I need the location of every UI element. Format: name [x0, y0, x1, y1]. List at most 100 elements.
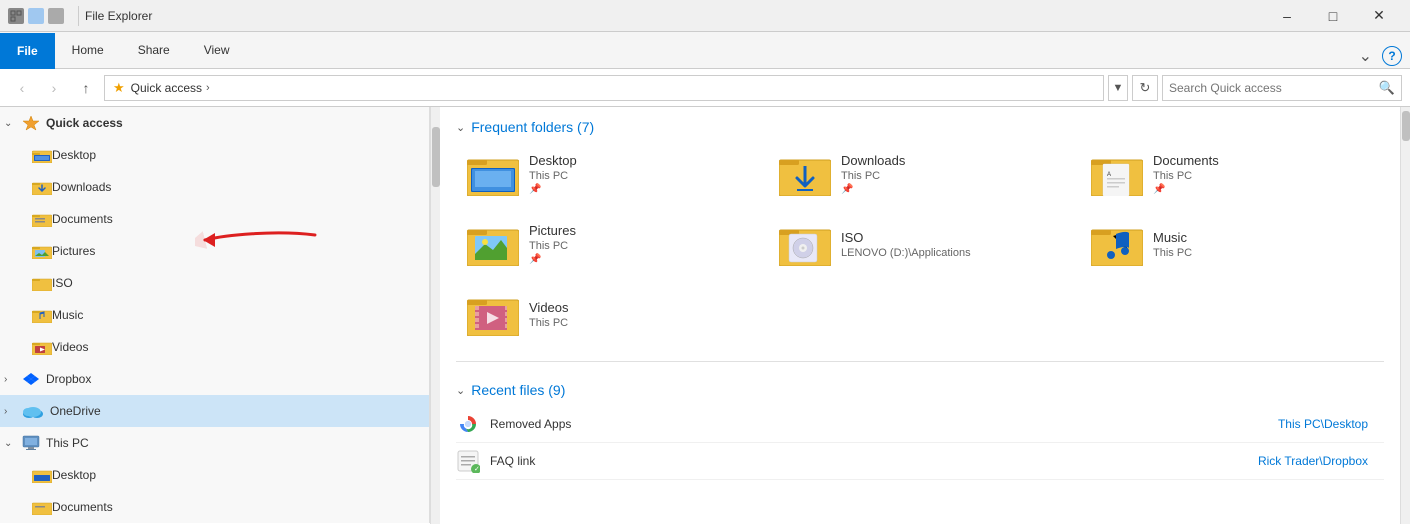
sidebar-scrollbar[interactable] [430, 107, 440, 524]
title-bar-icons [8, 8, 64, 24]
svg-text:A: A [1107, 172, 1111, 178]
videos-folder-icon [32, 339, 52, 355]
tab-share[interactable]: Share [121, 32, 187, 68]
address-dropdown-button[interactable]: ▼ [1108, 75, 1128, 101]
faq-name: FAQ link [490, 454, 1258, 468]
thispc-desktop-icon [32, 467, 52, 483]
desktop-folder-icon [32, 147, 52, 163]
videos-folder-name: Videos [529, 300, 569, 315]
sidebar-item-pictures[interactable]: Pictures 📌 [24, 235, 429, 267]
folder-card-iso[interactable]: ISO LENOVO (D:)\Applications [768, 213, 1072, 275]
search-input[interactable] [1169, 81, 1379, 95]
sidebar-quickaccess-label: Quick access [46, 116, 425, 130]
documents-folder-icon [32, 211, 52, 227]
ribbon-tabs: File Home Share View ⌄ ? [0, 32, 1410, 68]
forward-button[interactable]: › [40, 75, 68, 101]
close-button[interactable]: ✕ [1356, 0, 1402, 32]
pictures-folder-card-info: Pictures This PC 📌 [529, 223, 576, 265]
tab-file[interactable]: File [0, 33, 55, 69]
videos-folder-path: This PC [529, 317, 569, 329]
back-button[interactable]: ‹ [8, 75, 36, 101]
iso-folder-path: LENOVO (D:)\Applications [841, 247, 971, 259]
address-path[interactable]: ★ Quick access › [104, 75, 1104, 101]
quickaccess-star-icon [22, 114, 40, 132]
music-folder-card-icon [1091, 222, 1143, 266]
folder-card-videos[interactable]: Videos This PC [456, 283, 760, 345]
folder-card-music[interactable]: Music This PC [1080, 213, 1384, 275]
desktop-folder-path: This PC [529, 170, 577, 182]
sidebar-item-videos[interactable]: Videos [24, 331, 429, 363]
content-scrollbar[interactable] [1400, 107, 1410, 524]
sidebar-thispc-label: This PC [46, 436, 425, 450]
pictures-pin-icon: 📌 [529, 254, 576, 265]
ribbon-help-button[interactable]: ? [1382, 46, 1402, 66]
sidebar-item-desktop[interactable]: Desktop 📌 [24, 139, 429, 171]
path-text: Quick access [131, 81, 202, 95]
recent-file-faq[interactable]: ✓ FAQ link Rick Trader\Dropbox [456, 443, 1384, 480]
folder-card-documents[interactable]: A Documents This PC 📌 [1080, 143, 1384, 205]
folder-card-desktop[interactable]: Desktop This PC 📌 [456, 143, 760, 205]
sidebar-dropbox-label: Dropbox [46, 372, 425, 386]
sidebar-item-iso[interactable]: ISO [24, 267, 429, 299]
recent-files-title: Recent files (9) [471, 382, 565, 398]
tab-home[interactable]: Home [55, 32, 121, 68]
downloads-pin-icon: 📌 [841, 184, 905, 195]
sidebar-section-onedrive[interactable]: › OneDrive [0, 395, 429, 427]
section-divider [456, 361, 1384, 362]
folder-card-pictures[interactable]: Pictures This PC 📌 [456, 213, 760, 275]
sidebar-item-music[interactable]: Music [24, 299, 429, 331]
sidebar-section-thispc[interactable]: ⌄ This PC [0, 427, 429, 459]
iso-folder-card-icon [779, 222, 831, 266]
title-text: File Explorer [85, 9, 152, 23]
folder-card-downloads[interactable]: Downloads This PC 📌 [768, 143, 1072, 205]
sidebar-section-dropbox[interactable]: › Dropbox [0, 363, 429, 395]
sidebar: ⌄ Quick access De [0, 107, 430, 523]
downloads-folder-icon [32, 179, 52, 195]
sidebar-section-quickaccess[interactable]: ⌄ Quick access [0, 107, 429, 139]
sidebar-thispc-desktop-label: Desktop [52, 468, 421, 482]
documents-folder-path: This PC [1153, 170, 1219, 182]
minimize-button[interactable]: – [1264, 0, 1310, 32]
sidebar-item-thispc-desktop[interactable]: Desktop [24, 459, 429, 491]
maximize-button[interactable]: □ [1310, 0, 1356, 32]
onedrive-icon [22, 404, 44, 418]
tab-view[interactable]: View [187, 32, 247, 68]
sidebar-thispc-documents-label: Documents [52, 500, 421, 514]
up-button[interactable]: ↑ [72, 75, 100, 101]
frequent-chevron-icon: ⌄ [456, 121, 465, 134]
recent-chevron-icon: ⌄ [456, 384, 465, 397]
removed-apps-path: This PC\Desktop [1278, 417, 1384, 431]
refresh-button[interactable]: ↻ [1132, 75, 1158, 101]
sidebar-item-thispc-documents[interactable]: Documents [24, 491, 429, 523]
videos-folder-card-info: Videos This PC [529, 300, 569, 329]
path-chevron-icon: › [206, 82, 210, 94]
iso-folder-name: ISO [841, 230, 971, 245]
address-bar: ‹ › ↑ ★ Quick access › ▼ ↻ 🔍 [0, 69, 1410, 107]
recent-files-header[interactable]: ⌄ Recent files (9) [456, 370, 1384, 406]
sidebar-item-downloads[interactable]: Downloads 📌 [24, 171, 429, 203]
ribbon-extras: ⌄ ? [1353, 44, 1410, 68]
videos-folder-card-icon [467, 292, 519, 336]
downloads-folder-path: This PC [841, 170, 905, 182]
iso-folder-card-info: ISO LENOVO (D:)\Applications [841, 230, 971, 259]
sidebar-onedrive-label: OneDrive [50, 404, 425, 418]
sidebar-thispc-items: Desktop Documents [0, 459, 429, 523]
frequent-folders-header[interactable]: ⌄ Frequent folders (7) [456, 107, 1384, 143]
sidebar-item-documents[interactable]: Documents 📌 [24, 203, 429, 235]
pictures-folder-icon [32, 243, 52, 259]
thispc-chevron-icon: ⌄ [4, 438, 18, 449]
downloads-folder-card-icon [779, 152, 831, 196]
removed-apps-icon [456, 412, 480, 436]
svg-text:✓: ✓ [474, 466, 480, 473]
search-box[interactable]: 🔍 [1162, 75, 1402, 101]
sidebar-pictures-label: Pictures [52, 244, 409, 258]
recent-file-removed-apps[interactable]: Removed Apps This PC\Desktop [456, 406, 1384, 443]
ribbon-collapse-button[interactable]: ⌄ [1353, 44, 1378, 68]
recent-files-section: ⌄ Recent files (9) [456, 370, 1384, 480]
sidebar-music-label: Music [52, 308, 421, 322]
music-folder-path: This PC [1153, 247, 1192, 259]
dropbox-chevron-icon: › [4, 374, 18, 385]
downloads-folder-name: Downloads [841, 153, 905, 168]
sidebar-downloads-label: Downloads [52, 180, 409, 194]
thispc-icon [22, 434, 40, 452]
